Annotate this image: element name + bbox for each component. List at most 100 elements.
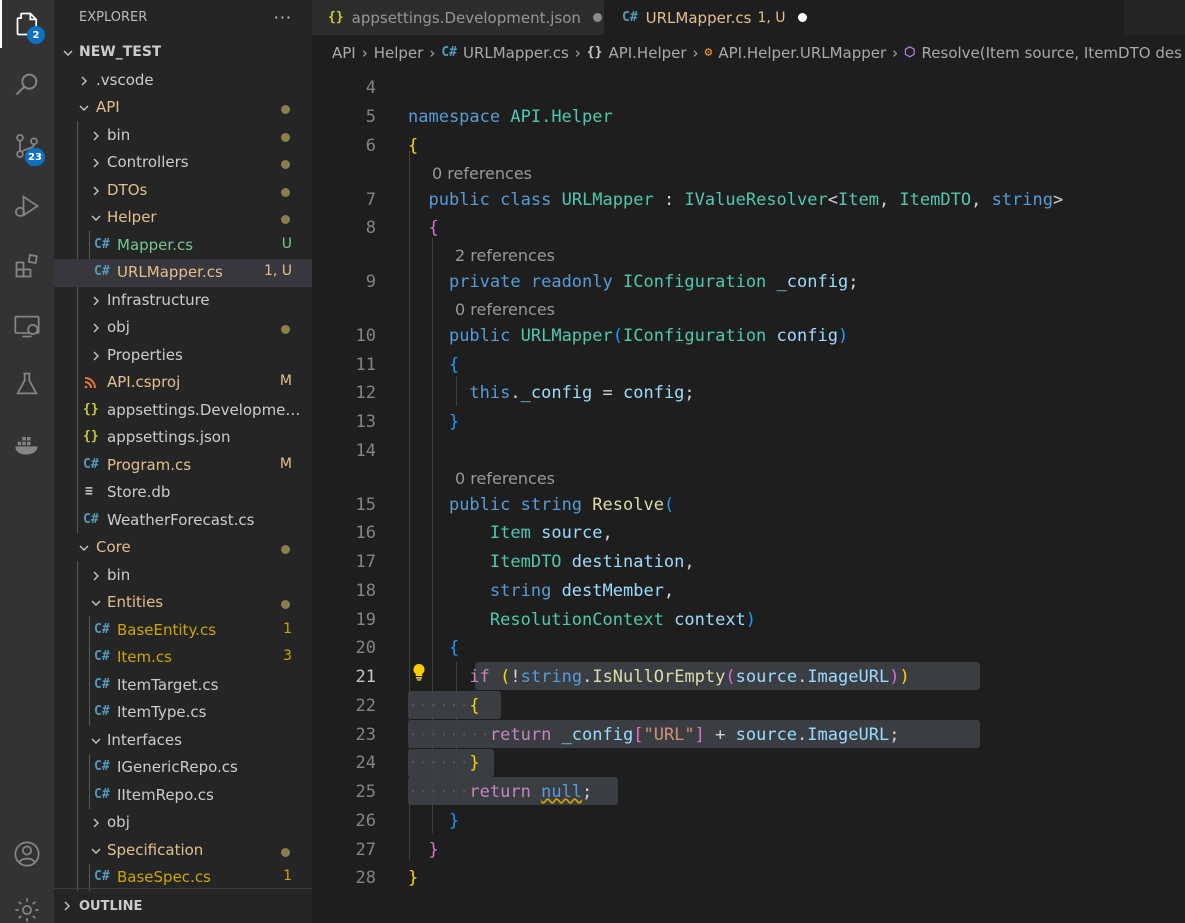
tree-item-core-obj[interactable]: obj xyxy=(54,809,312,837)
tree-item-label: Core xyxy=(96,538,131,556)
tree-item-urlmapper-cs[interactable]: C# URLMapper.cs 1, U xyxy=(54,259,312,287)
remote-explorer-button[interactable] xyxy=(0,302,54,350)
lightbulb-icon[interactable] xyxy=(411,663,427,681)
tree-item-entities[interactable]: Entities xyxy=(54,589,312,617)
tree-item-label: DTOs xyxy=(107,180,148,199)
code-line: namespace API.Helper xyxy=(408,107,613,127)
tree-item-item-cs[interactable]: C# Item.cs 3 xyxy=(54,644,312,672)
chevron-down-icon xyxy=(63,50,73,56)
tree-item-iitemrepo-cs[interactable]: C# IItemRepo.cs xyxy=(54,782,312,810)
tree-item-infrastructure[interactable]: Infrastructure xyxy=(54,287,312,315)
tree-item-core-bin[interactable]: bin xyxy=(54,562,312,590)
tab-appsettings-development[interactable]: {} appsettings.Development.json xyxy=(312,0,604,35)
editor-tabs: {} appsettings.Development.json C# URLMa… xyxy=(312,0,1185,35)
line-number: 17 xyxy=(355,552,376,572)
explorer-sidebar: EXPLORER ··· NEW_TEST .vscode API bin Co… xyxy=(54,0,312,923)
line-number: 19 xyxy=(355,610,376,630)
testing-button[interactable] xyxy=(0,360,54,408)
code-lens-references[interactable]: 0 references xyxy=(455,469,555,488)
code-lens-references[interactable]: 0 references xyxy=(432,164,532,183)
tree-item-baseentity-cs[interactable]: C# BaseEntity.cs 1 xyxy=(54,617,312,645)
code-line: { xyxy=(448,355,460,375)
tree-item-store-db[interactable]: ≡ Store.db xyxy=(54,479,312,507)
breadcrumb-item[interactable]: Helper xyxy=(374,44,424,62)
modified-dot xyxy=(281,105,290,114)
tree-item-itemtype-cs[interactable]: C# ItemType.cs xyxy=(54,699,312,727)
code-line: Item source, xyxy=(489,523,613,543)
modified-dot xyxy=(281,132,290,142)
account-button[interactable] xyxy=(0,830,54,878)
line-number: 27 xyxy=(355,840,376,860)
tree-item-appsettings-development[interactable]: {} appsettings.Development.j... xyxy=(54,397,312,425)
code-line: } xyxy=(448,811,460,831)
tree-item-label: ItemTarget.cs xyxy=(117,675,219,694)
breadcrumb-item[interactable]: URLMapper.cs xyxy=(463,44,569,62)
extensions-button[interactable] xyxy=(0,242,54,290)
tree-item-label: Store.db xyxy=(107,483,171,501)
tree-item-vscode[interactable]: .vscode xyxy=(54,67,312,95)
tree-item-controllers[interactable]: Controllers xyxy=(54,149,312,177)
search-button[interactable] xyxy=(0,60,54,108)
breadcrumb-item[interactable]: API.Helper.URLMapper xyxy=(718,44,886,62)
testing-icon xyxy=(16,372,38,395)
code-line: } xyxy=(428,840,439,860)
tree-item-dtos[interactable]: DTOs xyxy=(54,177,312,205)
tree-item-api-csproj[interactable]: API.csproj M xyxy=(54,369,312,397)
tree-item-mapper-cs[interactable]: C# Mapper.cs U xyxy=(54,232,312,260)
tree-item-label: URLMapper.cs xyxy=(117,263,223,281)
tree-item-weatherforecast-cs[interactable]: C# WeatherForecast.cs xyxy=(54,507,312,535)
tree-item-bin[interactable]: bin xyxy=(54,122,312,150)
tree-item-interfaces[interactable]: Interfaces xyxy=(54,727,312,755)
tree-item-program-cs[interactable]: C# Program.cs M xyxy=(54,452,312,480)
outline-section-header[interactable]: OUTLINE xyxy=(54,888,312,923)
tree-item-properties[interactable]: Properties xyxy=(54,342,312,370)
tree-item-label: ItemType.cs xyxy=(117,703,207,721)
code-lens-references[interactable]: 0 references xyxy=(455,300,555,319)
modified-dot xyxy=(281,187,290,197)
problem-count: 1 xyxy=(283,620,292,637)
chevron-right-icon xyxy=(93,571,99,580)
tree-item-core[interactable]: Core xyxy=(54,534,312,562)
csharp-file-icon: C# xyxy=(94,676,110,692)
file-tree: NEW_TEST .vscode API bin Controllers DTO… xyxy=(54,39,312,892)
unsaved-dot-icon[interactable] xyxy=(797,13,807,22)
tree-item-appsettings[interactable]: {} appsettings.json xyxy=(54,424,312,452)
code-line: public string Resolve( xyxy=(448,495,675,515)
docker-button[interactable] xyxy=(0,420,54,468)
csharp-file-icon: C# xyxy=(94,236,110,252)
namespace-icon: {} xyxy=(586,45,603,60)
chevron-right-icon xyxy=(93,323,99,333)
settings-button[interactable] xyxy=(0,886,54,923)
tree-item-specification[interactable]: Specification xyxy=(54,837,312,865)
line-number: 24 xyxy=(355,753,376,773)
explorer-button[interactable]: 2 xyxy=(0,0,54,48)
explorer-header: EXPLORER ··· xyxy=(54,0,312,35)
breadcrumb-item[interactable]: API.Helper xyxy=(608,44,686,62)
tree-item-label: Infrastructure xyxy=(107,290,210,309)
chevron-right-icon: › xyxy=(429,43,436,62)
tree-item-helper[interactable]: Helper xyxy=(54,204,312,232)
remote-explorer-icon xyxy=(14,315,40,338)
chevron-right-icon xyxy=(93,186,99,195)
tree-root[interactable]: NEW_TEST xyxy=(54,39,312,67)
tree-item-api[interactable]: API xyxy=(54,94,312,122)
tree-item-obj[interactable]: obj xyxy=(54,314,312,342)
chevron-right-icon xyxy=(93,158,99,168)
database-file-icon: ≡ xyxy=(85,484,93,499)
breadcrumb-item[interactable]: API xyxy=(332,44,356,62)
modified-dot xyxy=(281,600,290,609)
more-actions-button[interactable]: ··· xyxy=(274,8,292,27)
source-control-button[interactable]: 23 xyxy=(0,122,54,170)
method-icon: ⬡ xyxy=(904,45,916,60)
git-status: M xyxy=(279,455,292,472)
code-lens-references[interactable]: 2 references xyxy=(455,246,555,265)
csharp-file-icon: C# xyxy=(94,264,110,279)
breadcrumb-item[interactable]: Resolve(Item source, ItemDTO des xyxy=(922,44,1182,62)
tree-item-itemtarget-cs[interactable]: C# ItemTarget.cs xyxy=(54,672,312,700)
tree-item-igenericrepo-cs[interactable]: C# IGenericRepo.cs xyxy=(54,754,312,782)
tree-item-label: Item.cs xyxy=(117,648,172,666)
tab-urlmapper[interactable]: C# URLMapper.cs 1, U xyxy=(604,0,1124,35)
code-editor[interactable]: 4 5 6 7 8 9 10 11 12 13 14 15 16 17 18 1… xyxy=(312,70,1185,923)
run-debug-button[interactable] xyxy=(0,182,54,230)
unsaved-dot-icon[interactable] xyxy=(592,13,602,22)
